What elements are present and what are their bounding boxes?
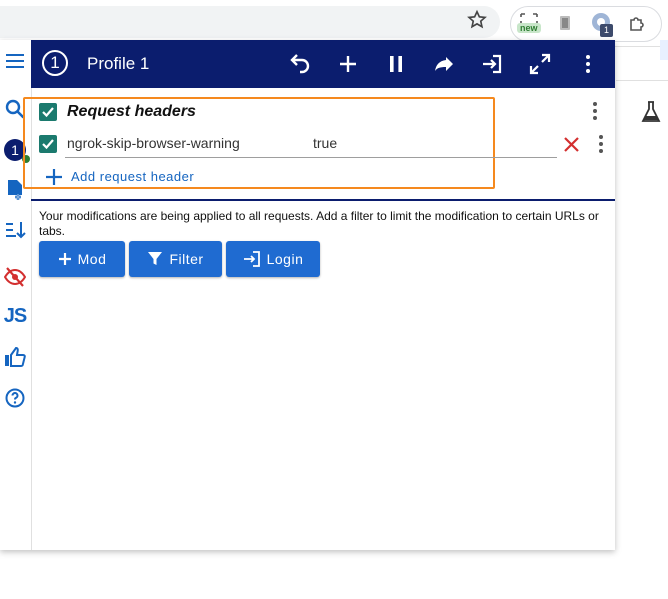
address-bar[interactable] [0, 6, 500, 38]
menu-button[interactable] [2, 48, 28, 74]
help-icon [5, 388, 25, 408]
header-row-checkbox[interactable] [39, 135, 57, 153]
puzzle-extensions-icon[interactable] [627, 14, 647, 34]
plus-icon [58, 253, 71, 265]
add-header-plus-icon[interactable] [44, 167, 64, 187]
profile-title[interactable]: Profile 1 [87, 54, 149, 74]
bookmark-star-icon[interactable] [466, 9, 488, 31]
sort-button[interactable] [2, 217, 28, 243]
delete-icon[interactable] [563, 136, 580, 153]
extensions-group: new 1 [510, 6, 662, 42]
search-icon [5, 99, 25, 119]
expand-icon[interactable] [528, 52, 552, 76]
add-file-icon [8, 180, 22, 200]
js-label: JS [3, 304, 27, 327]
login-icon [243, 251, 260, 267]
row-more-icon[interactable] [598, 134, 604, 154]
login-button-label: Login [266, 251, 304, 267]
page-divider [616, 80, 668, 81]
new-badge: new [517, 23, 541, 33]
login-icon[interactable] [480, 52, 504, 76]
more-vert-icon[interactable] [576, 52, 600, 76]
check-icon [42, 139, 54, 150]
info-message: Your modifications are being applied to … [39, 209, 599, 238]
header-value-input[interactable]: true [313, 135, 337, 151]
browser-edge-strip [660, 40, 668, 60]
header-name-input[interactable]: ngrok-skip-browser-warning [67, 135, 240, 151]
profile-number-badge[interactable]: 1 [42, 50, 68, 76]
login-button[interactable]: Login [226, 241, 320, 277]
filter-button[interactable]: Filter [129, 241, 222, 277]
request-headers-checkbox[interactable] [39, 103, 57, 121]
hide-button[interactable] [2, 264, 28, 290]
help-button[interactable] [2, 385, 28, 411]
pause-icon[interactable] [384, 52, 408, 76]
undo-icon[interactable] [288, 52, 312, 76]
add-icon[interactable] [336, 52, 360, 76]
check-icon [42, 107, 54, 118]
section-more-icon[interactable] [592, 101, 598, 121]
share-icon[interactable] [432, 52, 456, 76]
section-divider [31, 199, 615, 201]
request-headers-title: Request headers [67, 103, 196, 120]
input-underline [65, 157, 557, 158]
thumbs-up-icon [5, 347, 26, 367]
filter-icon [148, 252, 163, 265]
extension-count-badge: 1 [600, 24, 613, 37]
lab-flask-icon[interactable] [640, 100, 662, 124]
feedback-button[interactable] [2, 344, 28, 370]
clipboard-icon[interactable] [557, 14, 573, 32]
sidebar-profile-number: 1 [11, 142, 19, 158]
javascript-button[interactable]: JS [2, 303, 28, 329]
eye-off-icon [4, 267, 26, 287]
add-request-header-link[interactable]: Add request header [71, 169, 194, 184]
filter-button-label: Filter [169, 251, 204, 267]
hamburger-menu-icon [6, 54, 24, 68]
sort-icon [6, 222, 26, 239]
profile-header: 1 Profile 1 [31, 40, 615, 88]
mod-button[interactable]: Mod [39, 241, 125, 277]
mod-button-label: Mod [77, 251, 107, 267]
